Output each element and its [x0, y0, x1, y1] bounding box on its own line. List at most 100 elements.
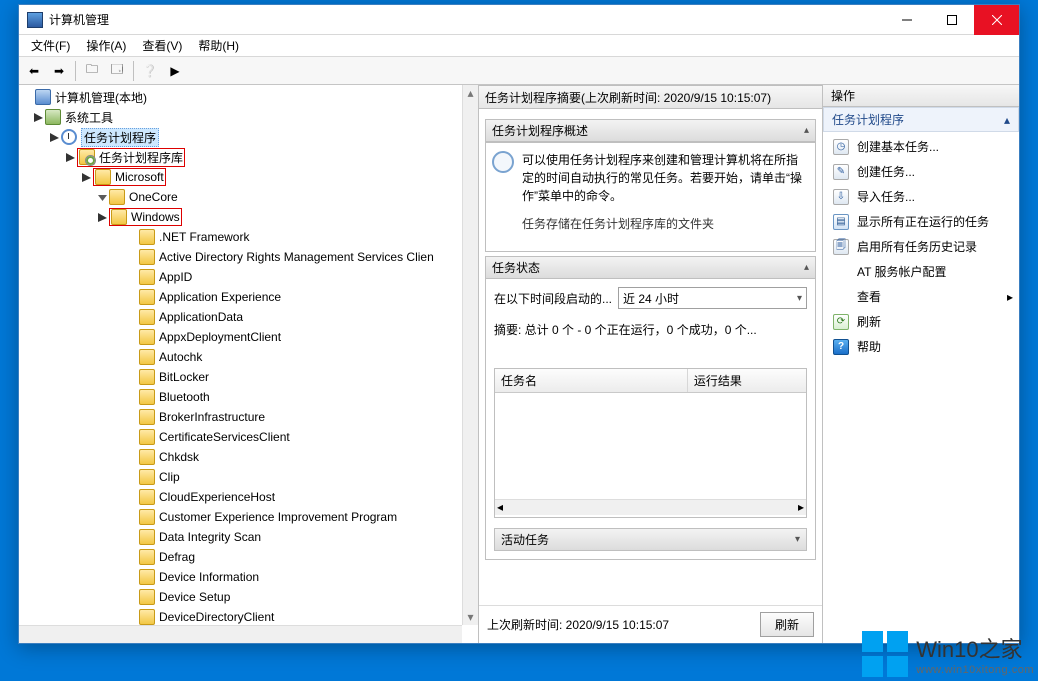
- tree: 计算机管理(本地) 系统工具 任务计划程序 任务计划程序库: [19, 85, 478, 629]
- tree-folder-item[interactable]: Chkdsk: [19, 447, 478, 467]
- tree-item-label: .NET Framework: [159, 230, 249, 244]
- action-at-account[interactable]: AT 服务帐户配置: [823, 259, 1019, 284]
- menu-help[interactable]: 帮助(H): [190, 35, 247, 56]
- tree-item-label: AppxDeploymentClient: [159, 330, 281, 344]
- tree-folder-item[interactable]: Device Information: [19, 567, 478, 587]
- tree-item-label: Chkdsk: [159, 450, 199, 464]
- tree-folder-item[interactable]: Application Experience: [19, 287, 478, 307]
- folder-icon: [139, 509, 155, 525]
- titlebar: 计算机管理: [19, 5, 1019, 35]
- expand-icon[interactable]: [79, 170, 93, 184]
- history-icon: 🗐: [833, 239, 849, 255]
- tree-folder-item[interactable]: Defrag: [19, 547, 478, 567]
- run-button[interactable]: ▶: [164, 60, 186, 82]
- running-icon: ▤: [833, 214, 849, 230]
- folder-icon: [139, 589, 155, 605]
- horizontal-scrollbar[interactable]: [19, 625, 462, 643]
- time-range-select[interactable]: 近 24 小时 ▾: [618, 287, 807, 309]
- close-button[interactable]: [974, 5, 1019, 35]
- scroll-left-icon[interactable]: ◂: [497, 500, 503, 515]
- help-button[interactable]: ❔: [139, 60, 161, 82]
- tree-windows[interactable]: Windows: [19, 207, 478, 227]
- tree-microsoft[interactable]: Microsoft: [19, 167, 478, 187]
- app-icon: [27, 12, 43, 28]
- tree-folder-item[interactable]: CloudExperienceHost: [19, 487, 478, 507]
- status-header[interactable]: 任务状态 ▴: [485, 256, 816, 279]
- tree-folder-item[interactable]: ApplicationData: [19, 307, 478, 327]
- tree-folder-item[interactable]: Clip: [19, 467, 478, 487]
- highlight-box: Microsoft: [93, 168, 166, 186]
- forward-button[interactable]: ➡: [48, 60, 70, 82]
- expand-icon[interactable]: [47, 130, 61, 144]
- status-label: 在以下时间段启动的...: [494, 290, 612, 307]
- col-run-result[interactable]: 运行结果: [688, 369, 806, 392]
- minimize-button[interactable]: [884, 5, 929, 35]
- action-create-task[interactable]: ✎创建任务...: [823, 159, 1019, 184]
- tree-item-label: Clip: [159, 470, 180, 484]
- properties-button[interactable]: 🗔: [106, 60, 128, 82]
- tree-root[interactable]: 计算机管理(本地): [19, 87, 478, 107]
- tree-folder-item[interactable]: Customer Experience Improvement Program: [19, 507, 478, 527]
- menu-view[interactable]: 查看(V): [134, 35, 190, 56]
- action-create-basic-task[interactable]: ◷创建基本任务...: [823, 134, 1019, 159]
- tree-folder-item[interactable]: Active Directory Rights Management Servi…: [19, 247, 478, 267]
- list-scrollbar[interactable]: ◂ ▸: [495, 499, 806, 515]
- overview-header[interactable]: 任务计划程序概述 ▴: [485, 119, 816, 142]
- tree-folder-item[interactable]: AppxDeploymentClient: [19, 327, 478, 347]
- actions-group-header[interactable]: 任务计划程序 ▴: [823, 107, 1019, 132]
- expand-icon[interactable]: [95, 210, 109, 224]
- menu-action[interactable]: 操作(A): [78, 35, 134, 56]
- tree-item-label: Defrag: [159, 550, 195, 564]
- up-button[interactable]: 🗀: [81, 60, 103, 82]
- collapse-icon[interactable]: ▴: [804, 125, 809, 136]
- scroll-right-icon[interactable]: ▸: [798, 500, 804, 515]
- tree-folder-item[interactable]: AppID: [19, 267, 478, 287]
- tree-task-library[interactable]: 任务计划程序库: [19, 147, 478, 167]
- tree-folder-item[interactable]: CertificateServicesClient: [19, 427, 478, 447]
- task-list[interactable]: 任务名 运行结果 ◂ ▸: [494, 368, 807, 518]
- tree-folder-item[interactable]: .NET Framework: [19, 227, 478, 247]
- action-enable-history[interactable]: 🗐启用所有任务历史记录: [823, 234, 1019, 259]
- tree-folder-item[interactable]: Bluetooth: [19, 387, 478, 407]
- tree-item-label: CloudExperienceHost: [159, 490, 275, 504]
- expand-icon[interactable]: [31, 110, 45, 124]
- action-view[interactable]: 查看▸: [823, 284, 1019, 309]
- tree-folder-item[interactable]: DeviceDirectoryClient: [19, 607, 478, 627]
- tree-item-label: BrokerInfrastructure: [159, 410, 265, 424]
- collapse-icon[interactable]: ▴: [804, 262, 809, 273]
- tree-task-scheduler[interactable]: 任务计划程序: [19, 127, 478, 147]
- tree-item-label: Bluetooth: [159, 390, 210, 404]
- tree-item-label: Data Integrity Scan: [159, 530, 261, 544]
- maximize-button[interactable]: [929, 5, 974, 35]
- action-import-task[interactable]: ⇩导入任务...: [823, 184, 1019, 209]
- active-tasks-header[interactable]: 活动任务 ▾: [494, 528, 807, 551]
- back-button[interactable]: ⬅: [23, 60, 45, 82]
- scroll-up-icon[interactable]: ▴: [463, 85, 479, 101]
- folder-icon: [139, 369, 155, 385]
- tree-folder-item[interactable]: Device Setup: [19, 587, 478, 607]
- tree-systemtools[interactable]: 系统工具: [19, 107, 478, 127]
- clock-icon: [61, 129, 77, 145]
- tree-onecore[interactable]: OneCore: [19, 187, 478, 207]
- expand-icon[interactable]: [63, 150, 77, 164]
- folder-icon: [139, 289, 155, 305]
- col-task-name[interactable]: 任务名: [495, 369, 688, 392]
- tree-item-label: DeviceDirectoryClient: [159, 610, 274, 624]
- menu-file[interactable]: 文件(F): [23, 35, 78, 56]
- tree-folder-item[interactable]: BitLocker: [19, 367, 478, 387]
- vertical-scrollbar[interactable]: ▴ ▾: [462, 85, 478, 625]
- toolbar-sep: [75, 61, 76, 81]
- action-show-running[interactable]: ▤显示所有正在运行的任务: [823, 209, 1019, 234]
- expand-icon[interactable]: ▾: [795, 534, 800, 545]
- tree-folder-item[interactable]: Data Integrity Scan: [19, 527, 478, 547]
- tree-folder-item[interactable]: BrokerInfrastructure: [19, 407, 478, 427]
- content-body: 计算机管理(本地) 系统工具 任务计划程序 任务计划程序库: [19, 85, 1019, 643]
- scroll-down-icon[interactable]: ▾: [463, 609, 479, 625]
- collapse-icon[interactable]: [95, 190, 109, 204]
- refresh-button[interactable]: 刷新: [760, 612, 814, 637]
- tree-folder-item[interactable]: Autochk: [19, 347, 478, 367]
- highlight-box: Windows: [109, 208, 182, 226]
- action-refresh[interactable]: ⟳刷新: [823, 309, 1019, 334]
- action-help[interactable]: ?帮助: [823, 334, 1019, 359]
- collapse-icon[interactable]: ▴: [1004, 113, 1010, 127]
